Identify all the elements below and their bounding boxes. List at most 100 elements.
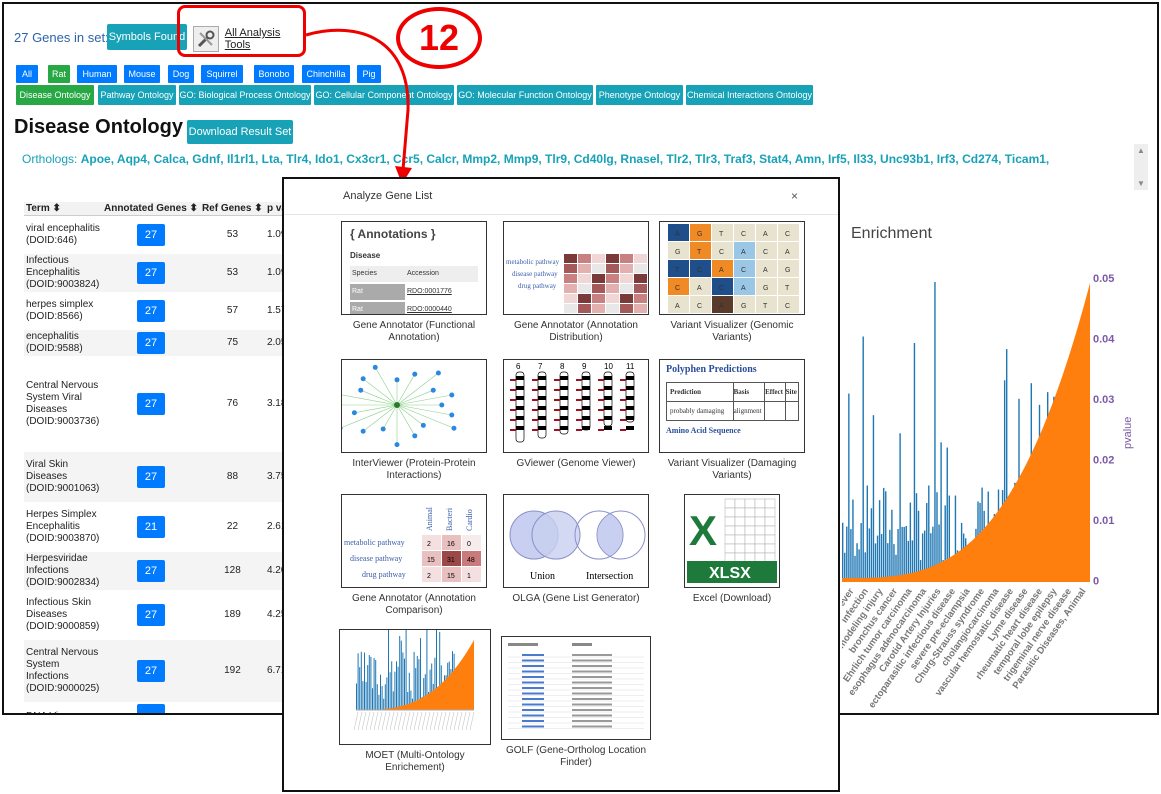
ontology-tab-2[interactable]: GO: Biological Process Ontology <box>179 85 311 105</box>
svg-text:G: G <box>741 303 746 310</box>
tool-moet-chart[interactable]: MOET (Multi-Ontology Enrichement) <box>339 629 491 774</box>
tool-label[interactable]: Gene Annotator (Annotation Comparison) <box>341 593 487 617</box>
orthologs-scrollbar[interactable]: ▲ ▼ <box>1134 144 1148 190</box>
tool-label[interactable]: Excel (Download) <box>684 593 780 605</box>
annotations-thumbnail[interactable]: { Annotations } Disease Species Accession… <box>341 221 487 315</box>
col-ref-genes[interactable]: Ref Genes ⬍ <box>199 202 265 216</box>
species-rat-button[interactable]: Rat <box>48 65 70 83</box>
excel-thumbnail[interactable]: X XLSX <box>684 494 780 588</box>
chromosome-thumbnail[interactable]: 6 7 8 9 10 11 <box>503 359 649 453</box>
cell-value: 16 <box>447 541 455 548</box>
ontology-tab-0[interactable]: Disease Ontology <box>16 85 94 105</box>
tool-polyphen[interactable]: Polyphen Predictions Prediction Basis Effe… <box>659 359 805 482</box>
genes-cell: 27 <box>101 253 200 292</box>
ontology-tab-4[interactable]: GO: Molecular Function Ontology <box>457 85 593 105</box>
cell-value: 48 <box>467 557 475 564</box>
enrichment-bar <box>891 509 893 582</box>
tool-distribution-heatmap[interactable]: metabolic pathway disease pathway drug p… <box>503 221 649 344</box>
tool-venn[interactable]: Union Intersection OLGA (Gene List Genera… <box>503 494 649 605</box>
rdo-cell: RDO:0000440 <box>407 306 452 313</box>
enrichment-bar <box>903 526 905 582</box>
enrichment-bar <box>864 552 866 582</box>
table-row: Viral Skin Diseases (DOID:9001063) 27 88 3.… <box>24 451 292 502</box>
venn-thumbnail[interactable]: Union Intersection <box>503 494 649 588</box>
tool-label[interactable]: InterViewer (Protein-Protein Interaction… <box>341 458 487 482</box>
tool-chromosome[interactable]: 6 7 8 9 10 11 GViewer (Genome Viewer) <box>503 359 649 470</box>
svg-text:C: C <box>697 267 702 274</box>
annotated-genes-button[interactable]: 27 <box>136 223 165 246</box>
species-all-button[interactable]: All <box>16 65 38 83</box>
cell-value: 1 <box>467 573 471 580</box>
col-label: Animal <box>425 506 434 531</box>
tool-label[interactable]: GViewer (Genome Viewer) <box>503 458 649 470</box>
tool-label[interactable]: GOLF (Gene-Ortholog Location Finder) <box>501 745 651 769</box>
col-label: Cardio <box>465 509 474 531</box>
ontology-tab-1[interactable]: Pathway Ontology <box>98 85 176 105</box>
comparison-heatmap-thumbnail[interactable]: metabolic pathway disease pathway drug pat… <box>341 494 487 588</box>
svg-text:X: X <box>689 507 717 554</box>
species-chinchilla-button[interactable]: Chinchilla <box>302 65 350 83</box>
annotated-genes-button[interactable]: 27 <box>136 299 165 322</box>
ontology-tab-5[interactable]: Phenotype Ontology <box>596 85 683 105</box>
scroll-up-icon[interactable]: ▲ <box>1137 146 1145 155</box>
symbols-found-button[interactable]: Symbols Found <box>107 24 187 50</box>
ontology-tab-3[interactable]: GO: Cellular Component Ontology <box>314 85 454 105</box>
annotated-genes-button[interactable]: 27 <box>136 603 165 626</box>
annotated-genes-button[interactable]: 27 <box>136 659 165 682</box>
enrichment-bar <box>866 485 868 582</box>
tool-comparison-heatmap[interactable]: metabolic pathway disease pathway drug pat… <box>341 494 487 617</box>
table-row: Central Nervous System Infections (DOID:… <box>24 639 292 702</box>
tool-label[interactable]: Variant Visualizer (Genomic Variants) <box>659 320 805 344</box>
download-result-button[interactable]: Download Result Set <box>187 120 293 144</box>
ontology-tab-6[interactable]: Chemical Interactions Ontology <box>686 85 813 105</box>
orthologs-genes[interactable]: Apoe, Aqp4, Calca, Gdnf, Il1rl1, Lta, Tl… <box>81 152 1050 166</box>
chromosome-number: 7 <box>538 362 543 371</box>
species-bonobo-button[interactable]: Bonobo <box>254 65 294 83</box>
svg-text:A: A <box>719 303 724 310</box>
annotated-genes-button[interactable]: 27 <box>136 559 165 582</box>
annotated-genes-button[interactable]: 27 <box>136 392 165 415</box>
svg-text:C: C <box>785 303 790 310</box>
network-thumbnail[interactable] <box>341 359 487 453</box>
genes-cell: 27 <box>102 590 200 640</box>
tool-label[interactable]: MOET (Multi-Ontology Enrichement) <box>339 750 491 774</box>
annotated-genes-button[interactable]: 27 <box>136 261 165 284</box>
species-mouse-button[interactable]: Mouse <box>124 65 160 83</box>
annotated-genes-button[interactable] <box>136 704 165 713</box>
tool-label[interactable]: OLGA (Gene List Generator) <box>503 593 649 605</box>
modal-title: Analyze Gene List <box>343 190 433 202</box>
species-pig-button[interactable]: Pig <box>357 65 381 83</box>
annotated-genes-button[interactable]: 27 <box>136 331 165 354</box>
table-row: Herpesviridae Infections (DOID:9002834) 2… <box>24 551 292 590</box>
tool-variant-grid[interactable]: A G T C A C G T C A C A T C A C A G C A C A G T A C A G T C Variant Vi… <box>659 221 805 344</box>
tool-annotations[interactable]: { Annotations } Disease Species Accession… <box>341 221 487 344</box>
enrichment-bar <box>899 433 901 582</box>
close-icon[interactable]: × <box>791 189 798 203</box>
tool-label[interactable]: Variant Visualizer (Damaging Variants) <box>659 458 805 482</box>
polyphen-thumbnail[interactable]: Polyphen Predictions Prediction Basis Effe… <box>659 359 805 453</box>
distribution-heatmap-thumbnail[interactable]: metabolic pathway disease pathway drug p… <box>503 221 649 315</box>
tool-excel[interactable]: X XLSX Excel (Download) <box>684 494 780 605</box>
species-squirrel-button[interactable]: Squirrel <box>201 65 243 83</box>
row-label: disease pathway <box>350 554 402 563</box>
variant-grid-thumbnail[interactable]: A G T C A C G T C A C A T C A C A G C A C A G T A C A G T C <box>659 221 805 315</box>
col-annotated-genes[interactable]: Annotated Genes ⬍ <box>101 202 200 216</box>
tool-label[interactable]: Gene Annotator (Annotation Distribution) <box>503 320 649 344</box>
genes-cell: 27 <box>101 329 200 356</box>
enrichment-bar <box>880 533 883 582</box>
annotated-genes-button[interactable]: 21 <box>136 515 165 538</box>
tool-golf-table[interactable]: GOLF (Gene-Ortholog Location Finder) <box>501 636 651 769</box>
enrichment-table: Term ⬍ Annotated Genes ⬍ Ref Genes ⬍ p v… <box>24 202 292 713</box>
tool-network[interactable]: InterViewer (Protein-Protein Interaction… <box>341 359 487 482</box>
golf-table-thumbnail[interactable] <box>501 636 651 740</box>
moet-chart-thumbnail[interactable] <box>339 629 491 745</box>
xlsx-label: XLSX <box>709 565 751 582</box>
cell-value: 15 <box>427 557 435 564</box>
scroll-down-icon[interactable]: ▼ <box>1137 179 1145 188</box>
tool-label[interactable]: Gene Annotator (Functional Annotation) <box>341 320 487 344</box>
col-term[interactable]: Term ⬍ <box>24 202 102 216</box>
basis-cell: alignment <box>732 401 766 421</box>
annotated-genes-button[interactable]: 27 <box>136 465 165 488</box>
species-human-button[interactable]: Human <box>77 65 117 83</box>
species-dog-button[interactable]: Dog <box>168 65 194 83</box>
